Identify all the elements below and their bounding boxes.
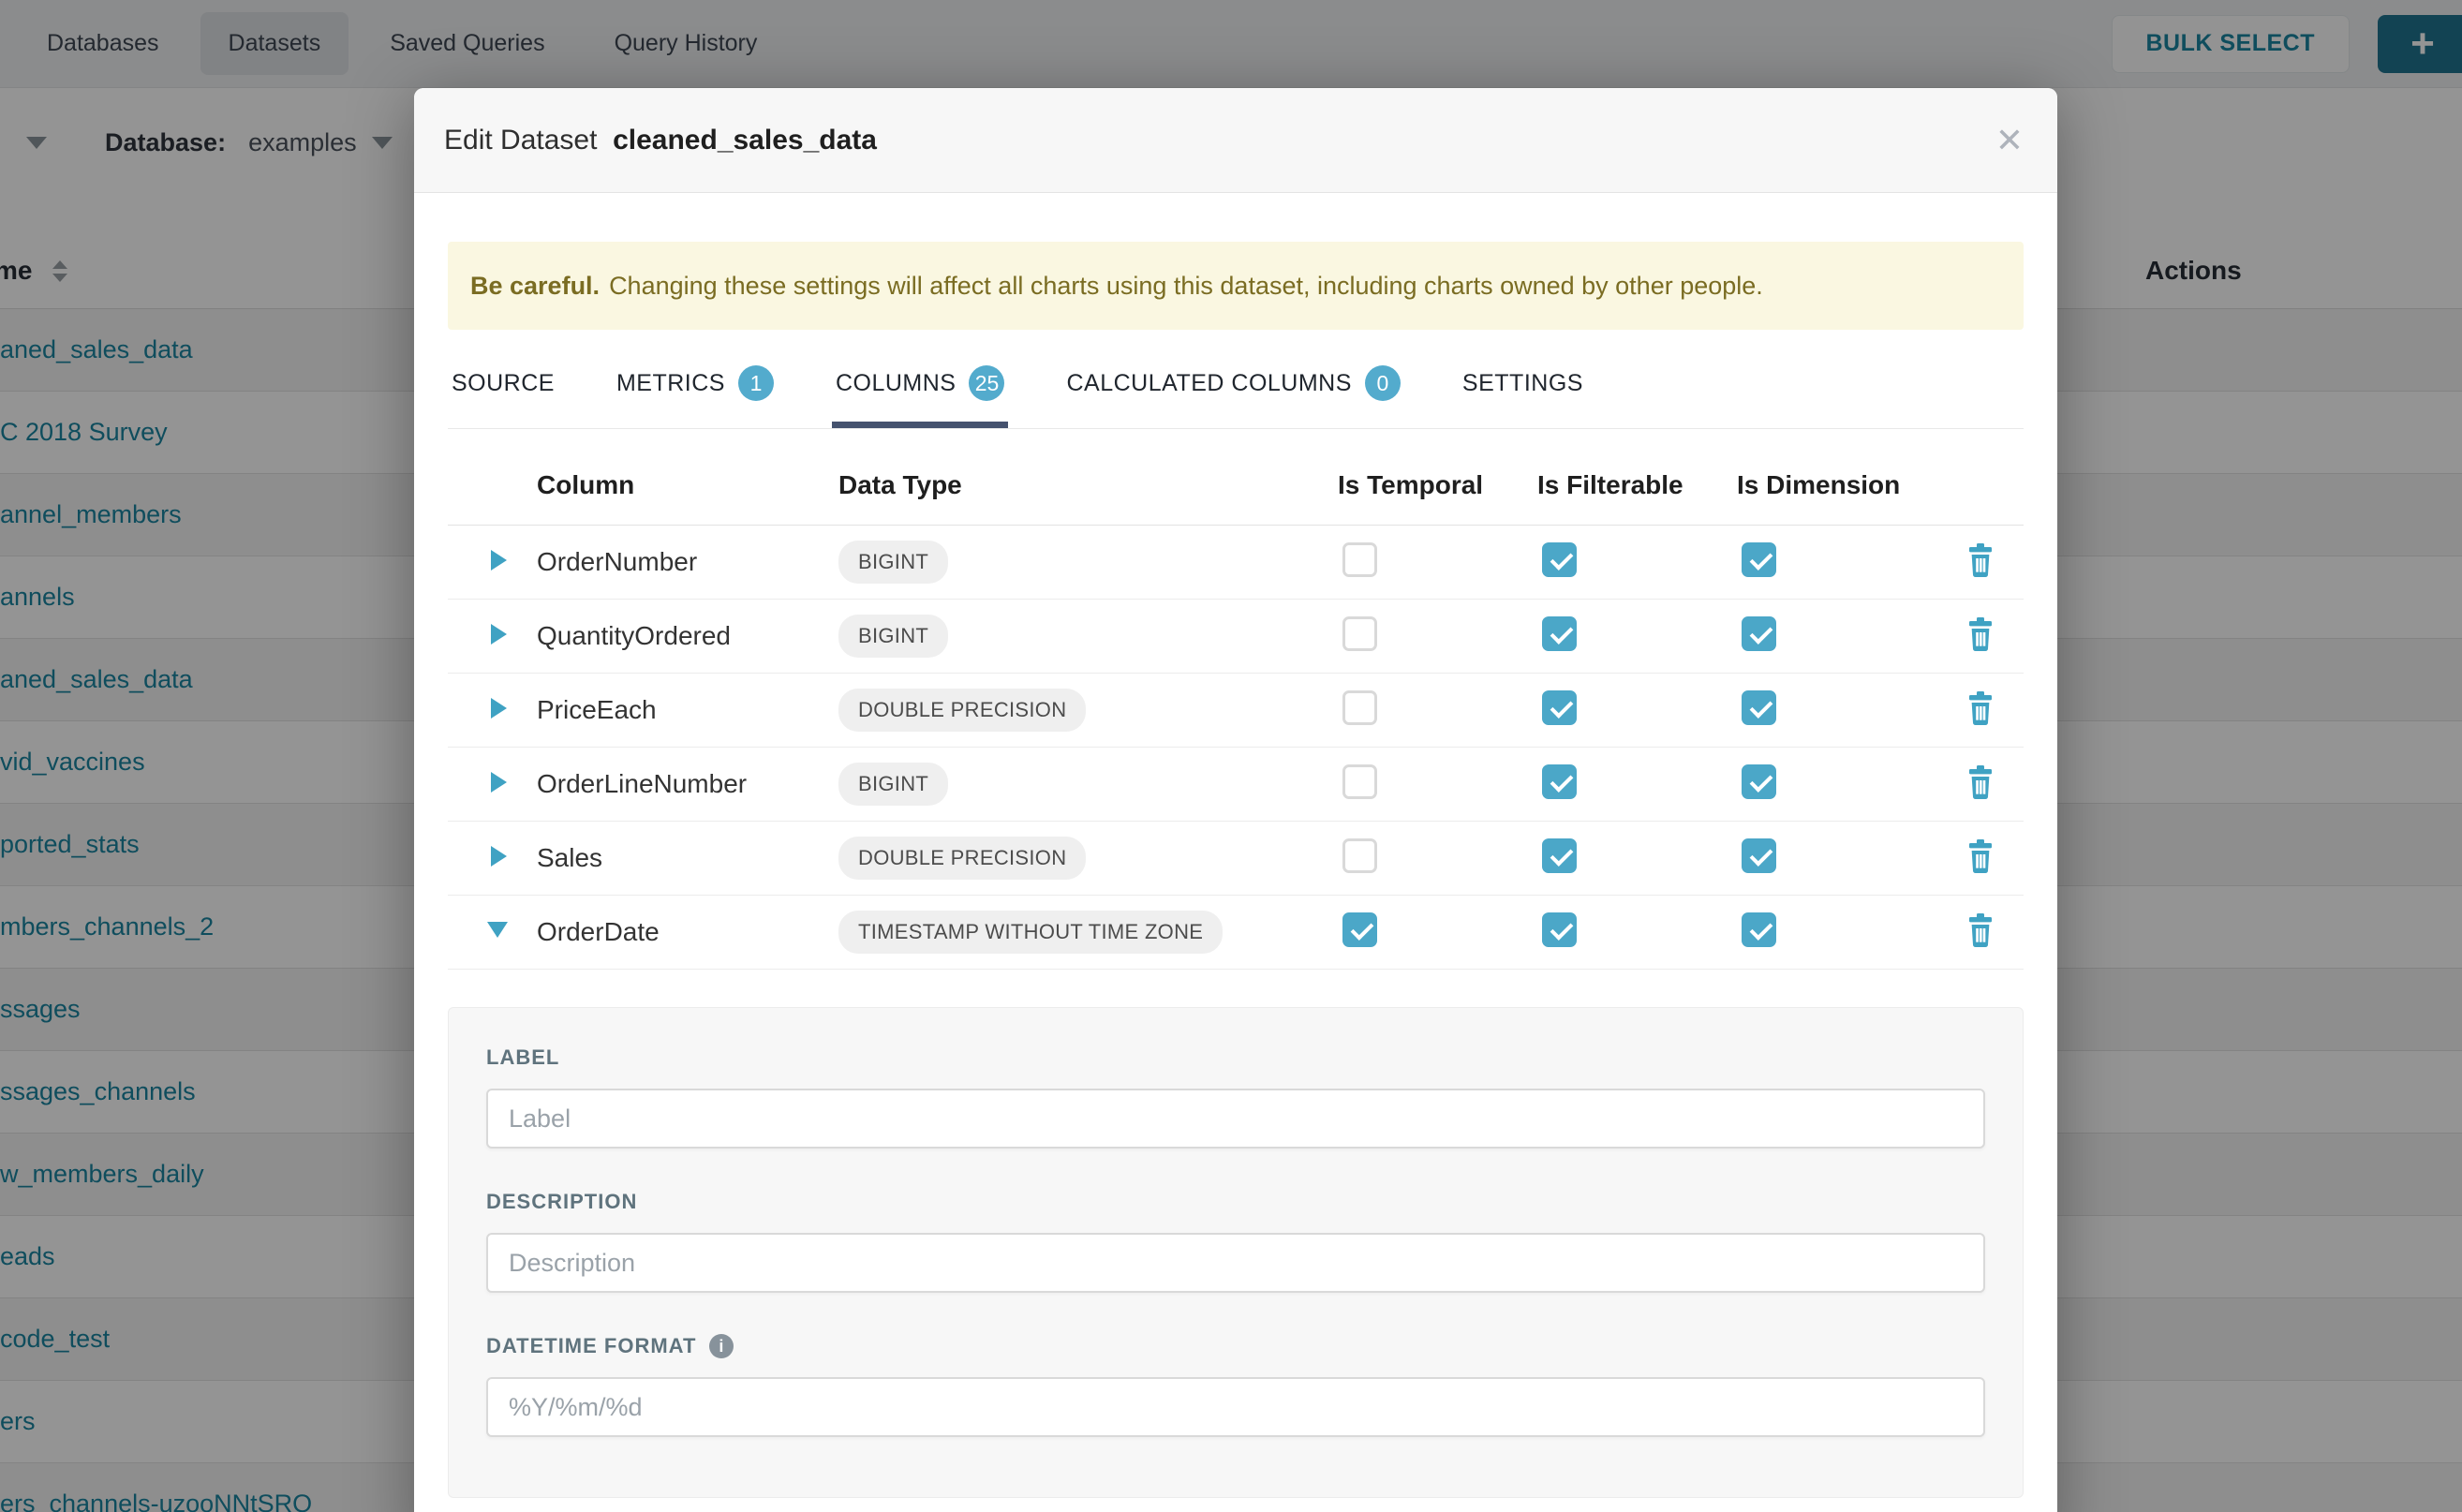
- is-filterable-checkbox[interactable]: [1542, 912, 1577, 947]
- column-name: PriceEach: [537, 695, 838, 725]
- trash-icon[interactable]: [1965, 617, 1995, 651]
- datetime-format-input[interactable]: [486, 1377, 1985, 1437]
- modal-tab-bar: SOURCE METRICS 1 COLUMNS 25 CALCULATED C…: [448, 365, 2024, 429]
- is-filterable-header: Is Filterable: [1537, 470, 1737, 500]
- is-filterable-checkbox[interactable]: [1542, 616, 1577, 651]
- caret-right-icon[interactable]: [491, 624, 507, 645]
- column-name: Sales: [537, 843, 838, 873]
- column-name: QuantityOrdered: [537, 621, 838, 651]
- data-type-pill: BIGINT: [838, 615, 948, 658]
- is-dimension-checkbox[interactable]: [1742, 542, 1776, 577]
- is-filterable-checkbox[interactable]: [1542, 542, 1577, 577]
- is-temporal-checkbox[interactable]: [1342, 690, 1377, 725]
- is-dimension-header: Is Dimension: [1737, 470, 1936, 500]
- modal-body: Be careful. Changing these settings will…: [414, 193, 2057, 1498]
- data-type-pill: BIGINT: [838, 541, 948, 584]
- column-header: Column: [537, 470, 838, 500]
- is-temporal-checkbox[interactable]: [1342, 542, 1377, 577]
- column-name: OrderLineNumber: [537, 769, 838, 799]
- trash-icon[interactable]: [1965, 543, 1995, 577]
- is-filterable-checkbox[interactable]: [1542, 690, 1577, 725]
- trash-icon[interactable]: [1965, 765, 1995, 799]
- trash-icon[interactable]: [1965, 913, 1995, 947]
- description-field-group: DESCRIPTION: [486, 1190, 1985, 1293]
- caret-right-icon[interactable]: [491, 550, 507, 571]
- is-dimension-checkbox[interactable]: [1742, 912, 1776, 947]
- data-type-pill: DOUBLE PRECISION: [838, 837, 1086, 880]
- label-field-group: LABEL: [486, 1045, 1985, 1149]
- tab-columns[interactable]: COLUMNS 25: [832, 365, 1009, 428]
- is-dimension-checkbox[interactable]: [1742, 690, 1776, 725]
- info-icon[interactable]: i: [709, 1334, 734, 1358]
- columns-table-body: OrderNumber BIGINT: [448, 526, 2024, 970]
- columns-table-header: Column Data Type Is Temporal Is Filterab…: [448, 446, 2024, 526]
- is-dimension-checkbox[interactable]: [1742, 616, 1776, 651]
- is-temporal-checkbox[interactable]: [1342, 912, 1377, 947]
- label-field-label: LABEL: [486, 1045, 559, 1070]
- description-field-label: DESCRIPTION: [486, 1190, 637, 1214]
- trash-icon[interactable]: [1965, 691, 1995, 725]
- tab-metrics[interactable]: METRICS 1: [613, 365, 778, 428]
- description-input[interactable]: [486, 1233, 1985, 1293]
- datetime-format-field-label: DATETIME FORMAT: [486, 1334, 696, 1358]
- trash-icon[interactable]: [1965, 839, 1995, 873]
- data-type-pill: BIGINT: [838, 763, 948, 806]
- columns-count-badge: 25: [969, 365, 1004, 401]
- columns-table: Column Data Type Is Temporal Is Filterab…: [448, 446, 2024, 970]
- is-temporal-checkbox[interactable]: [1342, 764, 1377, 799]
- modal-title-prefix: Edit Dataset: [444, 125, 597, 156]
- is-filterable-checkbox[interactable]: [1542, 764, 1577, 799]
- data-type-pill: DOUBLE PRECISION: [838, 689, 1086, 732]
- edit-dataset-modal: Edit Dataset cleaned_sales_data ✕ Be car…: [414, 88, 2057, 1512]
- column-detail-panel: LABEL DESCRIPTION DATETIME FORMAT i: [448, 1007, 2024, 1498]
- calculated-columns-count-badge: 0: [1365, 365, 1401, 401]
- modal-dataset-name: cleaned_sales_data: [613, 125, 877, 156]
- column-row: OrderNumber BIGINT: [448, 526, 2024, 600]
- modal-header: Edit Dataset cleaned_sales_data ✕: [414, 88, 2057, 193]
- column-row: Sales DOUBLE PRECISION: [448, 822, 2024, 896]
- column-row: QuantityOrdered BIGINT: [448, 600, 2024, 674]
- column-row: OrderDate TIMESTAMP WITHOUT TIME ZONE: [448, 896, 2024, 970]
- warning-text: Changing these settings will affect all …: [609, 272, 1763, 301]
- column-name: OrderNumber: [537, 547, 838, 577]
- column-name: OrderDate: [537, 917, 838, 947]
- data-type-pill: TIMESTAMP WITHOUT TIME ZONE: [838, 911, 1223, 954]
- is-dimension-checkbox[interactable]: [1742, 764, 1776, 799]
- label-input[interactable]: [486, 1089, 1985, 1149]
- is-filterable-checkbox[interactable]: [1542, 838, 1577, 873]
- caret-right-icon[interactable]: [491, 846, 507, 867]
- is-dimension-checkbox[interactable]: [1742, 838, 1776, 873]
- modal-title: Edit Dataset cleaned_sales_data: [444, 125, 877, 156]
- tab-calculated-columns[interactable]: CALCULATED COLUMNS 0: [1062, 365, 1403, 428]
- tab-settings[interactable]: SETTINGS: [1459, 365, 1587, 428]
- datetime-format-field-group: DATETIME FORMAT i: [486, 1334, 1985, 1437]
- data-type-header: Data Type: [838, 470, 1338, 500]
- warning-bold-text: Be careful.: [470, 272, 600, 301]
- column-row: OrderLineNumber BIGINT: [448, 748, 2024, 822]
- close-icon[interactable]: ✕: [1995, 124, 2024, 157]
- is-temporal-checkbox[interactable]: [1342, 616, 1377, 651]
- is-temporal-checkbox[interactable]: [1342, 838, 1377, 873]
- tab-source[interactable]: SOURCE: [448, 365, 558, 428]
- screen: Databases Datasets Saved Queries Query H…: [0, 0, 2462, 1512]
- caret-down-icon[interactable]: [487, 922, 508, 938]
- caret-right-icon[interactable]: [491, 698, 507, 719]
- is-temporal-header: Is Temporal: [1338, 470, 1537, 500]
- column-row: PriceEach DOUBLE PRECISION: [448, 674, 2024, 748]
- metrics-count-badge: 1: [738, 365, 774, 401]
- warning-banner: Be careful. Changing these settings will…: [448, 242, 2024, 330]
- caret-right-icon[interactable]: [491, 772, 507, 793]
